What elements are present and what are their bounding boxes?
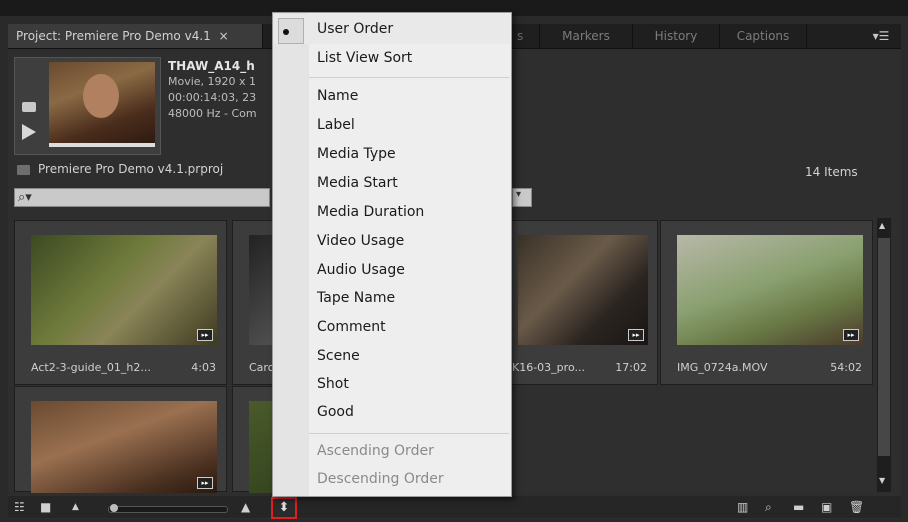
new-item-icon[interactable]: ▣ [821,500,832,514]
tab-history[interactable]: History [632,24,719,48]
menu-item-audio-usage[interactable]: Audio Usage [317,262,405,278]
tile-thumbnail: ▸▸ [518,235,648,345]
scrollbar-thumb[interactable] [878,238,890,456]
menu-item-video-usage[interactable]: Video Usage [317,233,404,249]
play-icon[interactable] [22,124,36,140]
clip-name: THAW_A14_h [168,59,255,73]
project-path: Premiere Pro Demo v4.1.prproj [38,162,224,176]
video-badge-icon: ▸▸ [197,477,213,489]
search-input[interactable] [14,188,270,207]
menu-item-media-duration[interactable]: Media Duration [317,204,424,220]
list-view-icon[interactable]: ☷ [14,500,25,514]
preview-thumbnail[interactable] [49,62,155,144]
menu-separator [309,77,509,78]
menu-item-tape-name[interactable]: Tape Name [317,290,395,306]
tile-duration: 4:03 [191,361,216,374]
search-dropdown[interactable] [512,188,532,207]
tab-project-label: Project: Premiere Pro Demo v4.1 [16,29,211,43]
automate-to-sequence-icon[interactable]: ▥ [737,500,748,514]
tab-captions[interactable]: Captions [719,24,807,48]
tab-hidden-fragment[interactable]: s [509,24,539,48]
menu-item-label[interactable]: Label [317,117,355,133]
icon-view-icon[interactable]: ■ [40,500,51,514]
clip-info-type: Movie, 1920 x 1 [168,75,257,88]
menu-item-ascending-order: Ascending Order [317,443,434,459]
video-badge-icon: ▸▸ [197,329,213,341]
search-icon[interactable]: ⌕▾ [18,190,32,205]
video-badge-icon: ▸▸ [628,329,644,341]
tile-duration: 54:02 [830,361,862,374]
menu-gutter [273,13,309,496]
tile-thumbnail: ▸▸ [31,235,217,345]
new-bin-icon[interactable]: ▬ [793,500,804,514]
menu-item-good[interactable]: Good [317,404,354,420]
radio-dot-icon [283,29,289,35]
sort-menu: User Order List View Sort Name Label Med… [272,12,512,497]
zoom-out-icon[interactable]: ▲ [72,502,79,512]
menu-item-media-start[interactable]: Media Start [317,175,398,191]
folder-icon [17,165,30,175]
preview-progress-bar[interactable] [49,143,155,147]
media-tile[interactable]: ▸▸ Act2-3-guide_01_h2... 4:03 [14,220,227,385]
tab-markers[interactable]: Markers [539,24,632,48]
video-badge-icon: ▸▸ [843,329,859,341]
menu-item-shot[interactable]: Shot [317,376,349,392]
menu-item-media-type[interactable]: Media Type [317,146,396,162]
tile-name: IMG_0724a.MOV [677,361,768,374]
tile-name: Caro [249,361,275,374]
menu-item-name[interactable]: Name [317,88,358,104]
tile-name: Act2-3-guide_01_h2... [31,361,151,374]
clip-info-duration: 00:00:14:03, 23 [168,91,257,104]
menu-item-list-view-sort[interactable]: List View Sort [317,50,412,66]
menu-item-scene[interactable]: Scene [317,348,360,364]
tile-duration: 17:02 [615,361,647,374]
chevron-down-icon: ▾ [516,189,522,200]
item-count: 14 Items [805,165,858,179]
poster-frame-icon[interactable] [22,102,36,112]
menu-check-box [278,18,304,44]
panel-menu-icon[interactable]: ▾☰ [861,24,901,48]
menu-item-comment[interactable]: Comment [317,319,386,335]
preview-face-shape [83,74,119,118]
zoom-slider-knob[interactable] [110,504,118,512]
menu-separator [309,433,509,434]
trash-icon[interactable]: 🗑 [849,500,864,514]
tab-project[interactable]: Project: Premiere Pro Demo v4.1 × [8,24,263,48]
media-tile[interactable]: ▸▸ IMG_0724a.MOV 54:02 [660,220,873,385]
tile-name: K16-03_pro... [512,361,585,374]
media-tile[interactable]: ▸▸ [14,386,227,493]
menu-item-user-order[interactable]: User Order [317,21,393,37]
scroll-up-icon[interactable]: ▲ [879,221,885,230]
clip-info-audio: 48000 Hz - Com [168,107,257,120]
menu-item-descending-order: Descending Order [317,471,444,487]
tile-thumbnail: ▸▸ [677,235,863,345]
tile-thumbnail: ▸▸ [31,401,217,493]
find-icon[interactable]: ⌕ [765,500,772,515]
sort-icons-button[interactable]: ⬍ [271,497,297,519]
tab-close-icon[interactable]: × [219,29,229,43]
zoom-in-icon[interactable]: ▲ [241,500,250,514]
scroll-down-icon[interactable]: ▼ [879,476,885,485]
zoom-slider[interactable] [108,506,228,513]
